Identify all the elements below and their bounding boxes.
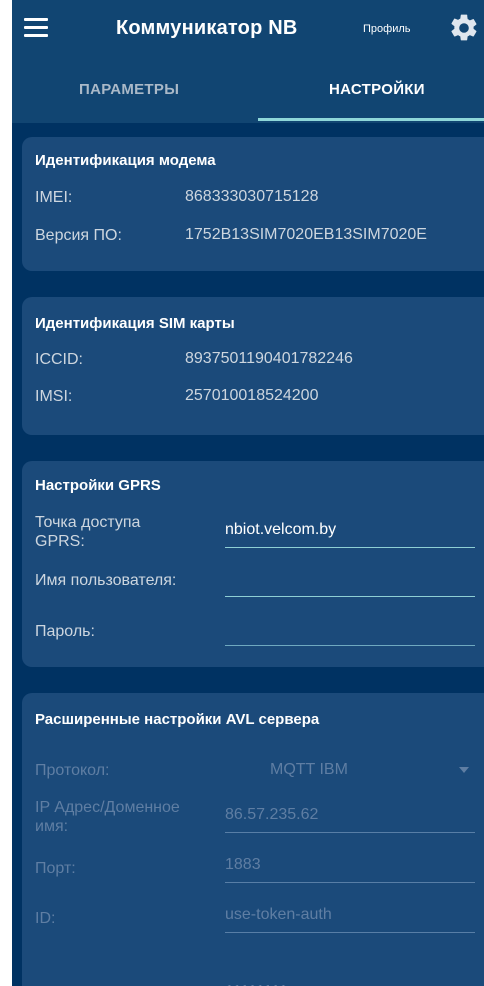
apn-label-line2: GPRS: bbox=[35, 533, 85, 550]
iccid-value: 8937501190401782246 bbox=[185, 350, 353, 367]
id-input-value: use-token-auth bbox=[225, 906, 332, 923]
port-input-value: 1883 bbox=[225, 856, 261, 873]
username-input[interactable] bbox=[225, 568, 475, 597]
host-label: IP Адрес/Доменное имя: bbox=[35, 798, 180, 836]
firmware-value: 1752B13SIM7020EB13SIM7020E bbox=[185, 226, 427, 243]
protocol-label: Протокол: bbox=[35, 762, 110, 779]
sim-card: Идентификация SIM карты ICCID: 893750119… bbox=[22, 297, 484, 435]
app-screen: Коммуникатор NB Профиль ПАРАМЕТРЫ НАСТРО… bbox=[12, 0, 484, 986]
tab-settings[interactable]: НАСТРОЙКИ bbox=[329, 81, 425, 98]
host-input[interactable]: 86.57.235.62 bbox=[225, 804, 475, 833]
protocol-value: MQTT IBM bbox=[270, 761, 348, 778]
avl-card-title: Расширенные настройки AVL сервера bbox=[35, 711, 320, 728]
firmware-label: Версия ПО: bbox=[35, 227, 122, 244]
apn-label: Точка доступа GPRS: bbox=[35, 513, 140, 551]
app-bar: Коммуникатор NB Профиль bbox=[12, 0, 484, 57]
imsi-label: IMSI: bbox=[35, 388, 73, 405]
imei-value: 868333030715128 bbox=[185, 188, 319, 205]
password-label: Пароль: bbox=[35, 623, 95, 640]
gprs-card: Настройки GPRS Точка доступа GPRS: nbiot… bbox=[22, 461, 484, 667]
modem-card-title: Идентификация модема bbox=[35, 152, 216, 169]
menu-icon[interactable] bbox=[24, 18, 48, 38]
sim-card-title: Идентификация SIM карты bbox=[35, 315, 235, 332]
apn-input[interactable]: nbiot.velcom.by bbox=[225, 519, 475, 548]
dropdown-arrow-icon bbox=[459, 767, 469, 773]
active-tab-indicator bbox=[258, 118, 484, 121]
port-input[interactable]: 1883 bbox=[225, 854, 475, 883]
id-label: ID: bbox=[35, 910, 56, 927]
protocol-dropdown[interactable]: MQTT IBM bbox=[225, 759, 475, 787]
apn-label-line1: Точка доступа bbox=[35, 514, 141, 531]
tab-bar: ПАРАМЕТРЫ НАСТРОЙКИ bbox=[12, 57, 484, 123]
port-label: Порт: bbox=[35, 860, 76, 877]
gear-icon[interactable] bbox=[448, 12, 480, 44]
iccid-label: ICCID: bbox=[35, 351, 83, 368]
next-input[interactable]: 11111111 bbox=[225, 981, 475, 986]
imei-label: IMEI: bbox=[35, 189, 73, 206]
modem-card: Идентификация модема IMEI: 8683330307151… bbox=[22, 137, 484, 271]
password-input[interactable] bbox=[225, 617, 475, 646]
apn-input-value: nbiot.velcom.by bbox=[225, 521, 337, 538]
tab-parameters[interactable]: ПАРАМЕТРЫ bbox=[79, 81, 179, 98]
app-title: Коммуникатор NB bbox=[116, 17, 298, 39]
host-label-line2: имя: bbox=[35, 818, 69, 835]
avl-card: Расширенные настройки AVL сервера Проток… bbox=[22, 693, 484, 986]
gprs-card-title: Настройки GPRS bbox=[35, 477, 161, 494]
id-input[interactable]: use-token-auth bbox=[225, 904, 475, 933]
host-label-line1: IP Адрес/Доменное bbox=[35, 799, 180, 816]
username-label: Имя пользователя: bbox=[35, 572, 177, 589]
imsi-value: 257010018524200 bbox=[185, 387, 319, 404]
profile-button[interactable]: Профиль bbox=[363, 23, 411, 35]
host-input-value: 86.57.235.62 bbox=[225, 806, 319, 823]
